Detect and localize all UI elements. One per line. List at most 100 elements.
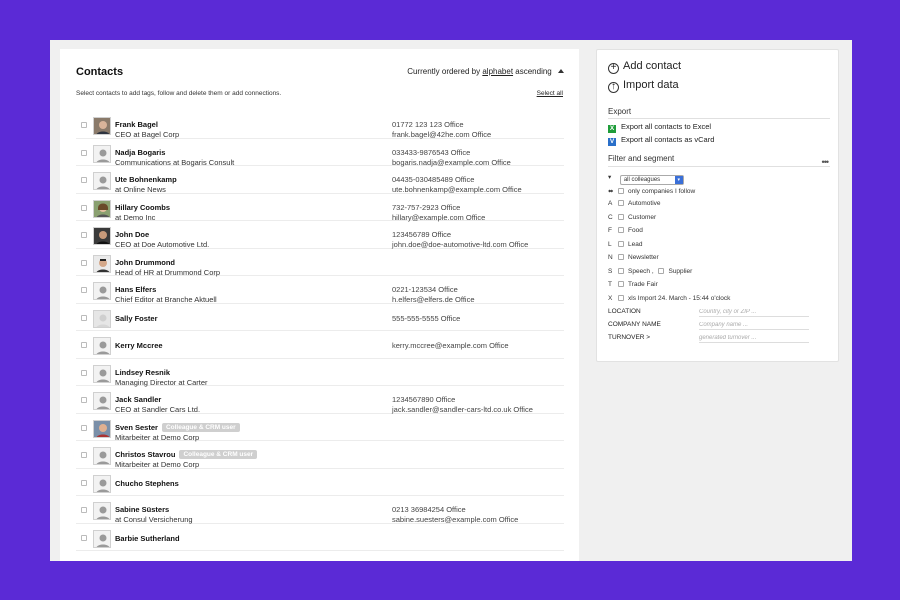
contact-name[interactable]: Hillary Coombs [115,203,170,212]
tag-filter-checkbox[interactable] [658,267,665,274]
contact-phone[interactable]: 123456789 Office [392,230,451,239]
contact-row[interactable]: Nadja Bogaris Communications at Bogaris C… [76,139,564,167]
contact-checkbox[interactable] [81,259,87,266]
contact-list: Frank Bagel CEO at Bagel Corp 01772 123 12… [76,111,564,551]
contact-name[interactable]: Hans Elfers [115,285,156,294]
colleagues-select[interactable]: all colleagues ▾ [619,175,684,185]
contact-phone[interactable]: 732-757-2923 Office [392,203,460,212]
sort-field-link[interactable]: alphabet [482,67,513,76]
contact-row[interactable]: John Drummond Head of HR at Drummond Corp [76,249,564,277]
contact-phone[interactable]: 033433-9876543 Office [392,148,470,157]
company-name-input[interactable] [699,320,809,330]
contact-email[interactable]: kerry.mccree@example.com Office [392,341,509,350]
contact-row[interactable]: Frank Bagel CEO at Bagel Corp 01772 123 12… [76,111,564,139]
contact-checkbox[interactable] [81,479,87,486]
tag-filter-checkbox[interactable] [618,254,624,260]
contact-phone[interactable]: 04435-030485489 Office [392,175,474,184]
contact-phone[interactable]: 0213 36984254 Office [392,505,466,514]
export-excel-link[interactable]: X Export all contacts to Excel [608,122,711,133]
contact-row[interactable]: Sven Sester Colleague & CRM user Mitarbeit… [76,414,564,442]
contact-row[interactable]: Ute Bohnenkamp at Online News 04435-030485… [76,166,564,194]
import-data-label: Import data [623,79,679,91]
tag-filter-key: F [608,227,612,234]
contact-avatar [93,144,111,163]
tag-filter-checkbox[interactable] [618,200,624,206]
sort-ascending-icon[interactable] [558,69,564,73]
contact-name[interactable]: Nadja Bogaris [115,148,165,157]
contact-name-text: John Drummond [115,257,175,267]
contact-checkbox[interactable] [81,507,87,513]
contacts-header: Contacts Currently ordered by alphabet a… [76,66,564,80]
contact-checkbox[interactable] [81,232,87,238]
location-input[interactable] [699,307,809,317]
contact-checkbox[interactable] [81,342,87,348]
contact-email[interactable]: 555-555-5555 Office [392,314,460,323]
contact-name[interactable]: Sven Sester Colleague & CRM user [115,422,240,432]
contact-name[interactable]: Kerry Mccree [115,341,163,350]
tag-filter-row: S Speech , Supplier [608,267,692,278]
contact-checkbox[interactable] [81,369,87,376]
turnover-filter: TURNOVER > [608,333,830,345]
contact-name[interactable]: Lindsey Resnik [115,368,170,377]
contact-checkbox[interactable] [81,534,87,541]
tag-filter-row: F Food [608,227,643,237]
contact-name[interactable]: Sally Foster [115,314,158,323]
export-section-title: Export [608,107,632,116]
tag-filter-row: L Lead [608,240,642,251]
sort-order: Currently ordered by alphabet ascending [407,67,564,76]
add-contact-button[interactable]: + Add contact [608,60,681,74]
contact-row[interactable]: John Doe CEO at Doe Automotive Ltd. 123456… [76,221,564,249]
contact-row[interactable]: Christos Stavrou Colleague & CRM user Mita… [76,441,564,469]
contact-name[interactable]: Ute Bohnenkamp [115,175,177,184]
turnover-input[interactable] [699,333,809,343]
tag-filter-checkbox[interactable] [618,294,624,301]
contact-phone[interactable]: 1234567890 Office [392,395,455,404]
contact-row[interactable]: Sally Foster 555-555-5555 Office [76,304,564,331]
contact-checkbox[interactable] [81,122,87,128]
company-name-label: COMPANY NAME [608,321,661,328]
contact-name[interactable]: Jack Sandler [115,395,161,404]
divider [608,118,830,119]
location-filter: LOCATION [608,307,830,319]
tag-filter-checkbox[interactable] [618,281,624,287]
contact-row[interactable]: Kerry Mccree kerry.mccree@example.com Off… [76,331,564,359]
tag-filter-checkbox[interactable] [618,267,624,274]
contact-row[interactable]: Jack Sandler CEO at Sandler Cars Ltd. 1234… [76,386,564,414]
tag-filter-checkbox[interactable] [618,213,624,220]
tag-filter-checkbox[interactable] [618,227,624,233]
contact-name-text: Frank Bagel [115,120,158,129]
page-title: Contacts [76,66,124,78]
contact-checkbox[interactable] [81,177,87,183]
contact-name[interactable]: Sabine Süsters [115,505,169,514]
contact-row[interactable]: Sabine Süsters at Consul Versicherung 0213… [76,496,564,524]
follow-checkbox[interactable] [618,188,624,194]
contact-row[interactable]: Hans Elfers Chief Editor at Branche Aktue… [76,276,564,304]
contact-name-text: Sabine Süsters [115,505,170,514]
tag-filter-checkbox[interactable] [618,240,624,247]
contact-row[interactable]: Lindsey Resnik Managing Director at Carte… [76,359,564,387]
contact-checkbox[interactable] [81,397,87,403]
contact-name[interactable]: Frank Bagel [115,120,158,129]
contact-phone[interactable]: 01772 123 123 Office [392,120,464,129]
contact-checkbox[interactable] [81,149,87,156]
contact-checkbox[interactable] [81,452,87,458]
contact-checkbox[interactable] [81,204,87,211]
contact-row[interactable]: Barbie Sutherland [76,524,564,551]
contact-avatar [93,474,111,493]
select-all-link[interactable]: Select all [537,90,563,97]
contact-checkbox[interactable] [81,424,87,431]
contact-row[interactable]: Chucho Stephens [76,469,564,496]
export-vcard-link[interactable]: V Export all contacts as vCard [608,135,714,146]
contact-name[interactable]: Christos Stavrou Colleague & CRM user [115,450,258,459]
contact-phone[interactable]: 0221-123534 Office [392,285,458,294]
follow-filter-icon: ⬌ [608,188,614,195]
contact-checkbox[interactable] [81,287,87,293]
contact-checkbox[interactable] [81,314,87,321]
contact-name[interactable]: Barbie Sutherland [115,534,180,543]
sort-direction[interactable]: ascending [515,67,551,76]
contact-name[interactable]: John Doe [115,230,149,239]
contact-name[interactable]: John Drummond [115,258,175,267]
contact-name[interactable]: Chucho Stephens [115,479,179,488]
import-data-button[interactable]: ↑ Import data [608,79,679,93]
contact-row[interactable]: Hillary Coombs at Demo Inc 732-757-2923 Of… [76,194,564,222]
